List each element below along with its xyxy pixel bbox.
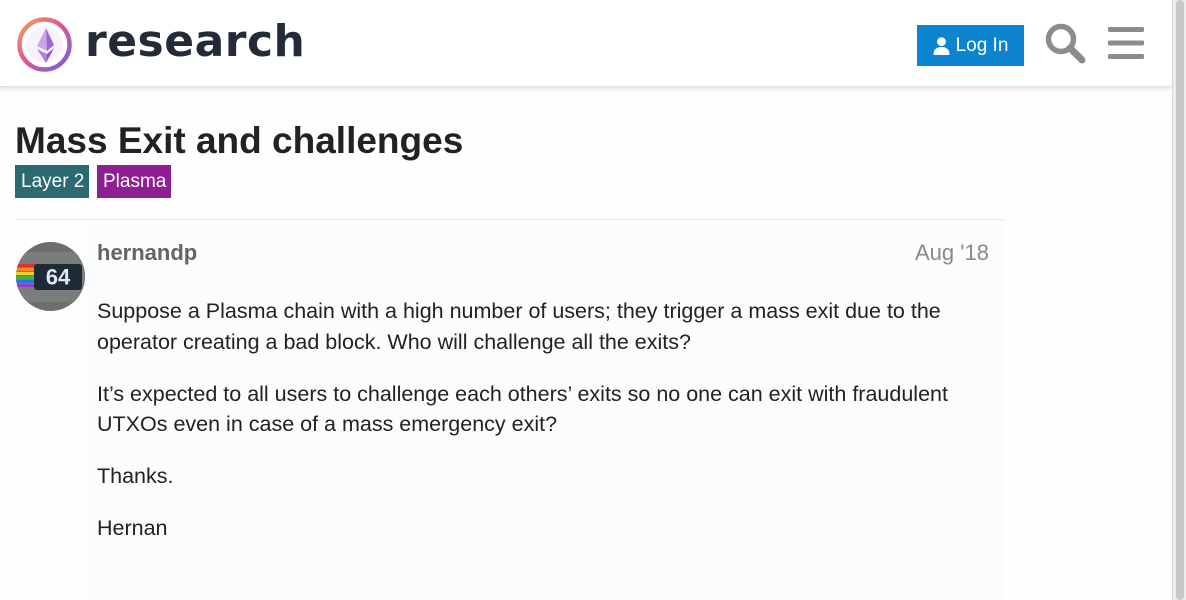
site-name: research — [85, 16, 306, 67]
user-avatar[interactable]: 64 — [16, 242, 85, 311]
log-in-label: Log In — [955, 34, 1009, 56]
post-paragraph: It’s expected to all users to challenge … — [97, 381, 948, 437]
hamburger-menu-button[interactable] — [1106, 24, 1146, 62]
tag-layer-2[interactable]: Layer 2 — [15, 165, 89, 198]
tag-plasma[interactable]: Plasma — [97, 165, 171, 198]
post-username[interactable]: hernandp — [97, 240, 197, 266]
search-icon — [1045, 23, 1086, 64]
post-paragraph: Suppose a Plasma chain with a high numbe… — [97, 299, 941, 354]
site-logo-link[interactable]: research — [16, 15, 305, 73]
post-paragraph: Thanks. — [97, 464, 174, 488]
page: research Log In Mass Exit and challenges… — [0, 0, 1172, 600]
vertical-scrollbar[interactable] — [1172, 0, 1186, 600]
site-header: research Log In — [0, 0, 1172, 87]
avatar-image: 64 — [16, 242, 85, 311]
post-date[interactable]: Aug '18 — [915, 240, 989, 266]
hamburger-menu-icon — [1108, 27, 1144, 59]
topic-title[interactable]: Mass Exit and challenges — [15, 120, 463, 162]
post-paragraph: Hernan — [97, 516, 168, 540]
search-button[interactable] — [1044, 22, 1086, 64]
user-icon — [933, 36, 950, 55]
ethereum-research-logo-icon — [17, 16, 72, 72]
log-in-button[interactable]: Log In — [917, 25, 1024, 66]
scrollbar-thumb[interactable] — [1176, 0, 1184, 600]
avatar-label: 64 — [46, 265, 71, 290]
post-body: Suppose a Plasma chain with a high numbe… — [97, 296, 997, 565]
